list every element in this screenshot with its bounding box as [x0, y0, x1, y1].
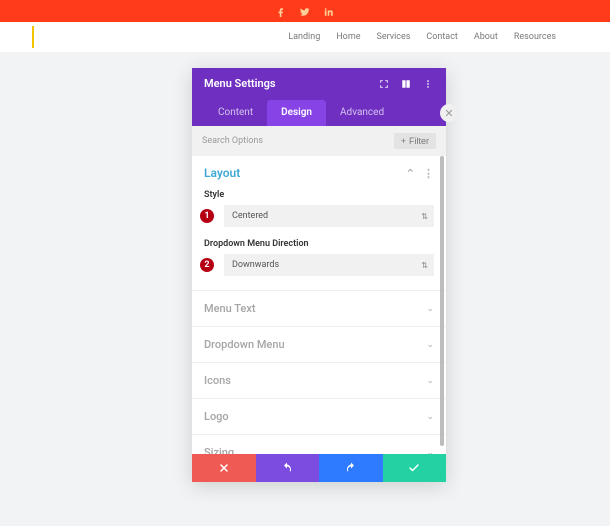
nav-link-contact[interactable]: Contact: [426, 32, 457, 42]
filter-label: Filter: [409, 136, 429, 146]
tab-content[interactable]: Content: [204, 100, 267, 126]
nav-link-services[interactable]: Services: [376, 32, 410, 42]
undo-button[interactable]: [256, 454, 320, 482]
section-header-layout[interactable]: Layout ⌃ ⋮: [204, 166, 434, 180]
accordion-dropdown-menu[interactable]: Dropdown Menu ⌄: [192, 326, 446, 362]
filter-button[interactable]: + Filter: [394, 133, 436, 149]
menu-settings-panel: Menu Settings Content Design Advanced Se…: [192, 68, 446, 482]
accordion-label: Logo: [204, 410, 229, 423]
save-button[interactable]: [383, 454, 447, 482]
tab-advanced[interactable]: Advanced: [326, 100, 398, 126]
chevron-down-icon: ⌄: [426, 412, 434, 422]
chevron-down-icon: ⌄: [426, 376, 434, 386]
accordion-logo[interactable]: Logo ⌄: [192, 398, 446, 434]
accordion-icons[interactable]: Icons ⌄: [192, 362, 446, 398]
style-field-label: Style: [204, 190, 434, 200]
expand-icon[interactable]: [378, 78, 390, 90]
kebab-menu-icon[interactable]: [422, 78, 434, 90]
nav-link-landing[interactable]: Landing: [288, 32, 320, 42]
direction-field-label: Dropdown Menu Direction: [204, 239, 434, 249]
tab-design[interactable]: Design: [267, 100, 326, 126]
layout-section: Layout ⌃ ⋮ Style 1 Centered ⇅ Dropdown M…: [192, 156, 446, 290]
callout-marker-1: 1: [200, 209, 214, 223]
search-row: Search Options + Filter: [192, 126, 446, 156]
layout-grid-icon[interactable]: [400, 78, 412, 90]
redo-button[interactable]: [319, 454, 383, 482]
close-panel-icon[interactable]: ✕: [440, 104, 458, 122]
style-select-value: Centered: [232, 211, 268, 221]
plus-icon: +: [401, 136, 406, 146]
cancel-button[interactable]: [192, 454, 256, 482]
direction-select-value: Downwards: [232, 260, 279, 270]
search-options-input[interactable]: Search Options: [202, 136, 263, 146]
accordion-label: Sizing: [204, 446, 234, 454]
accordion-sizing[interactable]: Sizing ⌄: [192, 434, 446, 454]
panel-title: Menu Settings: [204, 77, 276, 90]
style-select[interactable]: Centered ⇅: [224, 205, 434, 227]
chevron-down-icon: ⌄: [426, 340, 434, 350]
chevron-up-icon: ⌃: [406, 167, 415, 180]
section-title-layout: Layout: [204, 166, 240, 180]
updown-icon: ⇅: [421, 261, 426, 270]
nav-link-about[interactable]: About: [474, 32, 498, 42]
updown-icon: ⇅: [421, 212, 426, 221]
chevron-down-icon: ⌄: [426, 304, 434, 314]
panel-header: Menu Settings Content Design Advanced: [192, 68, 446, 126]
social-top-bar: [0, 0, 610, 22]
direction-select[interactable]: Downwards ⇅: [224, 254, 434, 276]
accordion-label: Menu Text: [204, 302, 256, 315]
linkedin-icon[interactable]: [324, 2, 334, 21]
nav-link-home[interactable]: Home: [336, 32, 360, 42]
main-nav: Landing Home Services Contact About Reso…: [0, 22, 610, 52]
kebab-menu-icon[interactable]: ⋮: [423, 167, 434, 180]
accordion-label: Icons: [204, 374, 231, 387]
settings-tabs: Content Design Advanced: [204, 100, 434, 126]
facebook-icon[interactable]: [276, 2, 286, 21]
chevron-down-icon: ⌄: [426, 448, 434, 455]
panel-scrollbar[interactable]: [440, 156, 444, 446]
panel-footer: [192, 454, 446, 482]
logo-accent: [32, 26, 34, 48]
accordion-menu-text[interactable]: Menu Text ⌄: [192, 290, 446, 326]
nav-link-resources[interactable]: Resources: [514, 32, 556, 42]
accordion-label: Dropdown Menu: [204, 338, 285, 351]
callout-marker-2: 2: [200, 258, 214, 272]
twitter-icon[interactable]: [300, 2, 310, 21]
